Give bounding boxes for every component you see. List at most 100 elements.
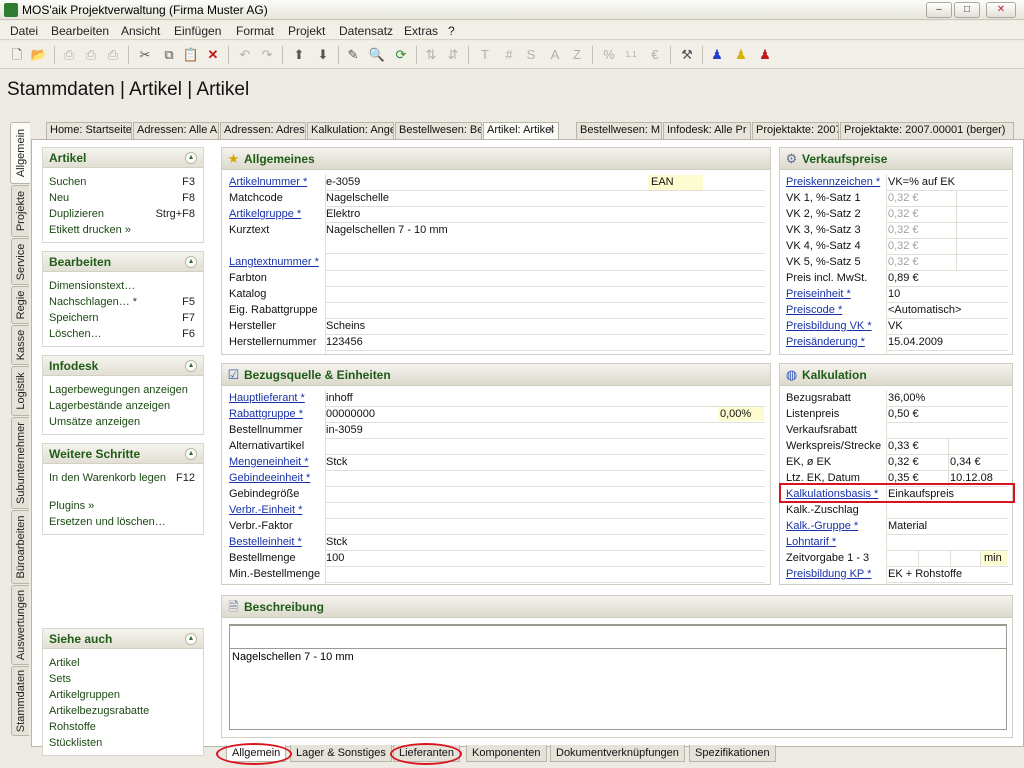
new-document-icon[interactable]: 🗋 (8, 46, 26, 64)
open-folder-icon[interactable]: 📂 (30, 46, 48, 64)
tab-bestellwesen-m[interactable]: Bestellwesen: M (576, 122, 662, 139)
menu-ansicht[interactable]: Ansicht (121, 24, 160, 38)
refresh-icon[interactable]: ⟳ (392, 46, 410, 64)
panel-bearbeiten-header[interactable]: Bearbeiten ▲ (43, 252, 203, 272)
close-window-button[interactable]: ✕ (986, 2, 1016, 18)
field-value[interactable]: Nagelschelle (326, 192, 389, 204)
artikelnummer-input[interactable]: e-3059 (326, 176, 360, 188)
kalk-value[interactable]: 0,33 € (888, 440, 919, 452)
link-rohstoffe[interactable]: Rohstoffe (49, 721, 96, 733)
panel-infodesk-header[interactable]: Infodesk ▲ (43, 356, 203, 376)
field-value[interactable]: in-3059 (326, 424, 363, 436)
side-tab-logistik[interactable]: Logistik (11, 366, 29, 416)
link-stuecklisten[interactable]: Stücklisten (49, 737, 102, 749)
undo-icon[interactable]: ↶ (236, 46, 254, 64)
cut-icon[interactable]: ✂ (136, 46, 154, 64)
currency-icon[interactable]: € (646, 46, 664, 64)
field-value[interactable]: Stck (326, 536, 347, 548)
tab-kalkulation[interactable]: Kalkulation: Angebote (307, 122, 394, 139)
panel-siehe-header[interactable]: Siehe auch ▲ (43, 629, 203, 649)
tab-adressen-alle[interactable]: Adressen: Alle A (133, 122, 219, 139)
redo-icon[interactable]: ↷ (258, 46, 276, 64)
arrow-up-icon[interactable]: ⬆ (290, 46, 308, 64)
kalk-value-2[interactable]: min (984, 552, 1002, 564)
collapse-icon[interactable]: ▲ (185, 360, 197, 372)
price-value[interactable]: 0,32 € (888, 208, 919, 220)
user-red-icon[interactable]: ♟ (756, 46, 774, 64)
side-tab-regie[interactable]: Regie (11, 286, 29, 324)
format-t-icon[interactable]: T (476, 46, 494, 64)
side-tab-allgemein[interactable]: Allgemein (10, 122, 30, 184)
action-plugins[interactable]: Plugins » (49, 500, 94, 512)
bottom-tab-spezifikationen[interactable]: Spezifikationen (689, 745, 776, 762)
price-value[interactable]: 10 (888, 288, 900, 300)
kalk-value[interactable]: EK + Rohstoffe (888, 568, 962, 580)
action-etikett-drucken[interactable]: Etikett drucken » (49, 224, 131, 236)
menu-extras[interactable]: Extras (404, 24, 438, 38)
field-value[interactable]: Stck (326, 456, 347, 468)
sort-ascending-icon[interactable]: ⇅ (422, 46, 440, 64)
percent-icon[interactable]: % (600, 46, 618, 64)
kalk-value[interactable]: Material (888, 520, 927, 532)
field-value[interactable]: Scheins (326, 320, 365, 332)
format-z-icon[interactable]: Z (568, 46, 586, 64)
field-value[interactable]: 100 (326, 552, 344, 564)
action-ersetzen[interactable]: Ersetzen und löschen… (49, 516, 166, 528)
price-value[interactable]: 0,32 € (888, 256, 919, 268)
price-value[interactable]: VK (888, 320, 903, 332)
side-tab-bueroarbeiten[interactable]: Büroarbeiten (11, 510, 29, 584)
tab-home[interactable]: Home: Startseite (46, 122, 132, 139)
print-icon[interactable]: ⎙ (60, 46, 78, 64)
field-value[interactable]: inhoff (326, 392, 353, 404)
link-sets[interactable]: Sets (49, 673, 71, 685)
price-value[interactable]: 0,89 € (888, 272, 919, 284)
bottom-tab-dokumentverknuepfungen[interactable]: Dokumentverknüpfungen (550, 745, 685, 762)
user-blue-icon[interactable]: ♟ (708, 46, 726, 64)
minimize-button[interactable]: – (926, 2, 952, 18)
description-editor[interactable]: Nagelschellen 7 - 10 mm (229, 624, 1007, 730)
paste-icon[interactable]: 📋 (182, 46, 200, 64)
collapse-icon[interactable]: ▲ (185, 633, 197, 645)
tools-icon[interactable]: ⚒ (678, 46, 696, 64)
action-duplizieren[interactable]: Duplizieren (49, 208, 104, 220)
tab-close-icon[interactable]: × (549, 124, 555, 136)
kalk-value[interactable]: 0,50 € (888, 408, 919, 420)
side-tab-auswertungen[interactable]: Auswertungen (11, 585, 29, 665)
menu-format[interactable]: Format (236, 24, 274, 38)
panel-artikel-header[interactable]: Artikel ▲ (43, 148, 203, 168)
side-tab-projekte[interactable]: Projekte (11, 185, 29, 237)
action-lagerbewegungen[interactable]: Lagerbewegungen anzeigen (49, 384, 188, 396)
link-artikelgruppen[interactable]: Artikelgruppen (49, 689, 120, 701)
maximize-button[interactable]: □ (954, 2, 980, 18)
format-s-icon[interactable]: S (522, 46, 540, 64)
tab-adressen[interactable]: Adressen: Adressen (220, 122, 306, 139)
menu-projekt[interactable]: Projekt (288, 24, 325, 38)
price-value[interactable]: <Automatisch> (888, 304, 961, 316)
tab-artikel[interactable]: Artikel: Artikel × (483, 122, 559, 139)
menu-datensatz[interactable]: Datensatz (339, 24, 393, 38)
collapse-icon[interactable]: ▲ (185, 256, 197, 268)
price-value[interactable]: 15.04.2009 (888, 336, 943, 348)
side-tab-stammdaten[interactable]: Stammdaten (11, 666, 29, 736)
collapse-icon[interactable]: ▲ (185, 152, 197, 164)
action-speichern[interactable]: Speichern (49, 312, 99, 324)
price-value[interactable]: 0,32 € (888, 240, 919, 252)
action-umsaetze[interactable]: Umsätze anzeigen (49, 416, 140, 428)
link-artikel[interactable]: Artikel (49, 657, 80, 669)
user-yellow-icon[interactable]: ♟ (732, 46, 750, 64)
print-preview-icon[interactable]: ⎙ (82, 46, 100, 64)
kalk-value[interactable]: 36,00% (888, 392, 925, 404)
field-value[interactable]: 123456 (326, 336, 363, 348)
menu-bearbeiten[interactable]: Bearbeiten (51, 24, 109, 38)
menu-datei[interactable]: Datei (10, 24, 38, 38)
field-value[interactable]: 00000000 (326, 408, 375, 420)
format-number-icon[interactable]: # (500, 46, 518, 64)
kalk-value[interactable]: 0,32 € (888, 456, 919, 468)
side-tab-service[interactable]: Service (11, 238, 29, 285)
arrow-down-icon[interactable]: ⬇ (314, 46, 332, 64)
tab-bestellwesen[interactable]: Bestellwesen: Bestell (395, 122, 482, 139)
format-a-icon[interactable]: A (546, 46, 564, 64)
action-nachschlagen[interactable]: Nachschlagen… * (49, 296, 137, 308)
bottom-tab-lager[interactable]: Lager & Sonstiges (290, 745, 392, 762)
field-value[interactable]: Elektro (326, 208, 360, 220)
